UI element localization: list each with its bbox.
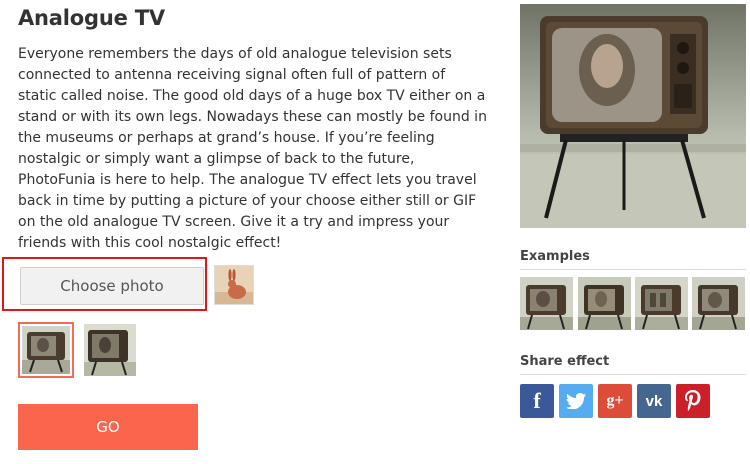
example-1-icon xyxy=(520,277,573,330)
share-divider xyxy=(520,374,746,375)
analogue-tv-preview-icon xyxy=(520,4,746,228)
examples-divider xyxy=(520,269,746,270)
tv-variant-1[interactable] xyxy=(18,322,74,378)
example-thumb-1[interactable] xyxy=(520,277,573,330)
vk-icon: vk xyxy=(645,392,663,410)
example-thumb-3[interactable] xyxy=(635,277,688,330)
rabbit-photo-icon xyxy=(215,266,253,304)
google-plus-icon: g+ xyxy=(606,392,624,409)
example-4-icon xyxy=(692,277,745,330)
recent-photo-thumbnail[interactable] xyxy=(214,265,254,305)
facebook-share-button[interactable]: f xyxy=(520,384,554,418)
facebook-icon: f xyxy=(533,388,541,413)
pinterest-icon xyxy=(685,390,701,411)
twitter-share-button[interactable] xyxy=(559,384,593,418)
example-2-icon xyxy=(578,277,631,330)
share-heading: Share effect xyxy=(520,354,610,369)
tv-variant-2[interactable] xyxy=(82,322,138,378)
tv-variant-1-icon xyxy=(22,326,70,374)
twitter-icon xyxy=(566,393,586,409)
go-button[interactable]: GO xyxy=(18,404,198,450)
vk-share-button[interactable]: vk xyxy=(637,384,671,418)
example-3-icon xyxy=(635,277,688,330)
example-thumb-4[interactable] xyxy=(692,277,745,330)
choose-photo-highlight: Choose photo xyxy=(2,257,207,311)
examples-heading: Examples xyxy=(520,249,590,264)
example-thumb-2[interactable] xyxy=(578,277,631,330)
effect-description: Everyone remembers the days of old analo… xyxy=(18,46,487,251)
google-plus-share-button[interactable]: g+ xyxy=(598,384,632,418)
effect-title: Analogue TV xyxy=(18,6,165,30)
choose-photo-button[interactable]: Choose photo xyxy=(20,267,204,305)
pinterest-share-button[interactable] xyxy=(676,384,710,418)
effect-preview-image xyxy=(520,4,746,228)
tv-variant-2-icon xyxy=(84,324,136,376)
